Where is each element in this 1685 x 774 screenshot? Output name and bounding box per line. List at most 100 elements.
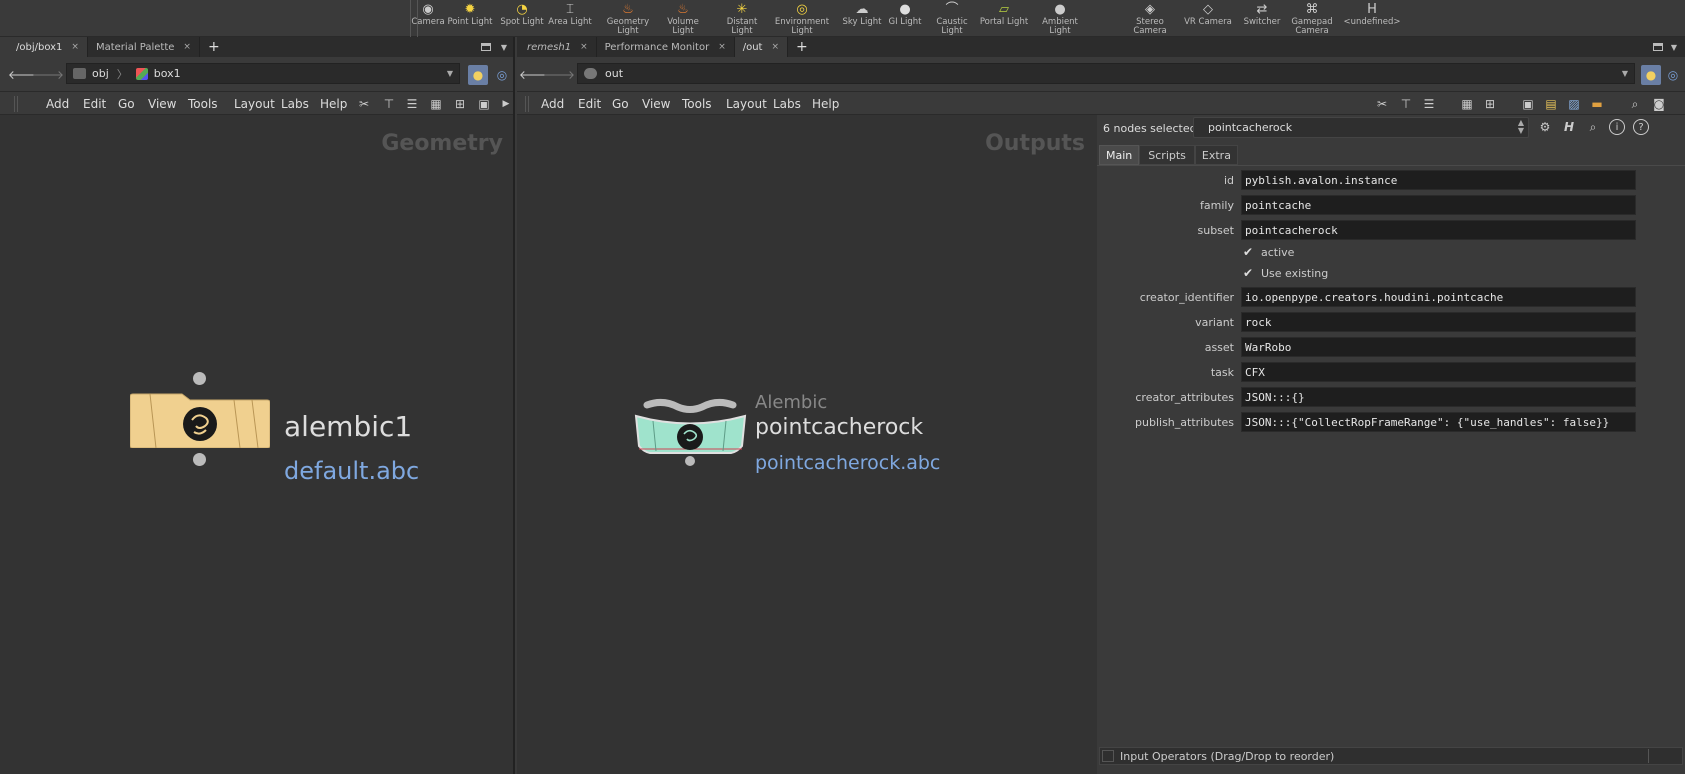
path-segment-out[interactable]: out <box>605 67 623 80</box>
list-icon[interactable]: ☰ <box>1421 96 1437 112</box>
info-icon[interactable]: i <box>1609 119 1625 135</box>
link-icon[interactable]: ◎ <box>492 65 512 85</box>
close-icon[interactable]: × <box>71 42 79 52</box>
menu-edit[interactable]: Edit <box>578 97 601 111</box>
tab-main[interactable]: Main <box>1099 145 1140 165</box>
add-tab-button[interactable]: + <box>200 37 228 57</box>
shelf-tool-switcher[interactable]: ⇄ Switcher <box>1235 2 1289 36</box>
menu-labs[interactable]: Labs <box>773 97 801 111</box>
gear-icon[interactable]: ⚙ <box>1537 119 1553 135</box>
tab-remesh1[interactable]: remesh1 × <box>517 37 597 57</box>
shelf-tool-volume-light[interactable]: ♨ Volume Light <box>656 2 710 36</box>
pane-splitter[interactable] <box>513 37 515 774</box>
wrench-icon[interactable]: ✂ <box>356 96 372 112</box>
grid-icon[interactable]: ⊞ <box>1482 96 1498 112</box>
tab-scripts[interactable]: Scripts <box>1139 145 1195 165</box>
creator-identifier-field[interactable]: io.openpype.creators.houdini.pointcache <box>1241 287 1636 307</box>
add-tab-button[interactable]: + <box>788 37 816 57</box>
tab-obj-box1[interactable]: /obj/box1 × <box>0 37 88 57</box>
input-operators-bar[interactable]: Input Operators (Drag/Drop to reorder) <box>1099 747 1683 765</box>
chevron-down-icon[interactable]: ▼ <box>1671 43 1677 52</box>
shelf-tool-geometry-light[interactable]: ♨ Geometry Light <box>601 2 655 36</box>
path-field[interactable]: obj 〉 box1 ▼ <box>66 63 460 84</box>
shelf-tool-environment-light[interactable]: ◎ Environment Light <box>775 2 829 36</box>
link-icon[interactable]: ◎ <box>1663 65 1683 85</box>
close-icon[interactable]: × <box>183 42 191 52</box>
image-icon[interactable]: ▨ <box>1566 96 1582 112</box>
path-segment-obj[interactable]: obj <box>92 67 109 80</box>
forward-arrow-icon[interactable]: 🡒 <box>32 66 64 82</box>
pointcacherock-node[interactable] <box>633 397 748 469</box>
list-icon[interactable]: ☰ <box>404 96 420 112</box>
close-icon[interactable]: × <box>580 42 588 52</box>
menubar-grip[interactable] <box>525 96 529 112</box>
menu-add[interactable]: Add <box>46 97 69 111</box>
forward-arrow-icon[interactable]: 🡒 <box>543 66 575 82</box>
back-arrow-icon[interactable]: 🡐 <box>8 66 40 82</box>
expand-icon[interactable] <box>1102 750 1114 762</box>
more-arrow-icon[interactable]: ▶ <box>498 96 514 112</box>
shelf-tool-gi-light[interactable]: ● GI Light <box>878 2 932 36</box>
dashboard-icon[interactable]: ▣ <box>476 96 492 112</box>
use-existing-checkbox[interactable]: ✔ Use existing <box>1243 267 1328 280</box>
tree-icon[interactable]: ⊤ <box>381 96 397 112</box>
wrench-icon[interactable]: ✂ <box>1374 96 1390 112</box>
pin-icon[interactable]: ● <box>1641 65 1661 85</box>
dashboard-icon[interactable]: ▣ <box>1520 96 1536 112</box>
menu-tools[interactable]: Tools <box>682 97 712 111</box>
menu-labs[interactable]: Labs <box>281 97 309 111</box>
close-icon[interactable]: × <box>771 42 779 52</box>
tab-extra[interactable]: Extra <box>1194 145 1238 165</box>
path-dropdown-icon[interactable]: ▼ <box>447 69 453 78</box>
tab-performance-monitor[interactable]: Performance Monitor × <box>597 37 735 57</box>
family-field[interactable]: pointcache <box>1241 195 1636 215</box>
node-selector-dropdown[interactable]: pointcacherock ▲ ▼ <box>1193 117 1529 138</box>
shelf-tool-area-light[interactable]: ⌶ Area Light <box>543 2 597 36</box>
menu-layout[interactable]: Layout <box>234 97 275 111</box>
path-dropdown-icon[interactable]: ▼ <box>1622 69 1628 78</box>
color-palette-icon[interactable]: ▦ <box>1459 96 1475 112</box>
search-icon[interactable]: ⌕ <box>1585 119 1601 135</box>
pane-layout-icon[interactable] <box>1652 43 1663 51</box>
menu-tools[interactable]: Tools <box>188 97 218 111</box>
shelf-tool-houdini-h[interactable]: H <undefined> <box>1344 2 1401 36</box>
pane-layout-icon[interactable] <box>480 43 491 51</box>
subset-field[interactable]: pointcacherock <box>1241 220 1636 240</box>
help-icon[interactable]: ? <box>1633 119 1649 135</box>
right-network-view[interactable]: Outputs Alembic pointcacherock pointcach… <box>517 115 1097 774</box>
menu-help[interactable]: Help <box>812 97 839 111</box>
shelf-tool-ambient-light[interactable]: ● Ambient Light <box>1033 2 1087 36</box>
menu-view[interactable]: View <box>148 97 176 111</box>
menu-layout[interactable]: Layout <box>726 97 767 111</box>
houdini-h-icon[interactable]: H <box>1561 119 1577 135</box>
back-arrow-icon[interactable]: 🡐 <box>519 66 551 82</box>
notes-icon[interactable]: ▤ <box>1543 96 1559 112</box>
menu-go[interactable]: Go <box>118 97 135 111</box>
shelf-tool-distant-light[interactable]: ✳ Distant Light <box>715 2 769 36</box>
shelf-tool-vr-camera[interactable]: ◇ VR Camera <box>1181 2 1235 36</box>
variant-field[interactable]: rock <box>1241 312 1636 332</box>
asset-field[interactable]: WarRobo <box>1241 337 1636 357</box>
menu-edit[interactable]: Edit <box>83 97 106 111</box>
left-network-view[interactable]: Geometry alembic1 default.abc <box>0 115 515 774</box>
path-field[interactable]: out ▼ <box>577 63 1635 84</box>
color-palette-icon[interactable]: ▦ <box>428 96 444 112</box>
path-segment-box1[interactable]: box1 <box>154 67 181 80</box>
active-checkbox[interactable]: ✔ active <box>1243 246 1294 259</box>
tab-out[interactable]: /out × <box>734 37 789 57</box>
task-field[interactable]: CFX <box>1241 362 1636 382</box>
scrollbar-handle[interactable] <box>1648 749 1664 763</box>
search-icon[interactable]: ⌕ <box>1627 96 1643 112</box>
shelf-tool-spot-light[interactable]: ◔ Spot Light <box>495 2 549 36</box>
shelf-tool-gamepad-camera[interactable]: ⌘ Gamepad Camera <box>1285 2 1339 36</box>
creator-attributes-field[interactable]: JSON:::{} <box>1241 387 1636 407</box>
menu-help[interactable]: Help <box>320 97 347 111</box>
shelf-tool-portal-light[interactable]: ▱ Portal Light <box>977 2 1031 36</box>
chevron-down-icon[interactable]: ▼ <box>501 43 507 52</box>
tab-material-palette[interactable]: Material Palette × <box>88 37 200 57</box>
screenshot-icon[interactable]: ◙ <box>1651 96 1667 112</box>
id-field[interactable]: pyblish.avalon.instance <box>1241 170 1636 190</box>
output-connector[interactable] <box>193 453 206 466</box>
shelf-tool-point-light[interactable]: ✹ Point Light <box>443 2 497 36</box>
shelf-tool-caustic-light[interactable]: ⌒ Caustic Light <box>925 2 979 36</box>
